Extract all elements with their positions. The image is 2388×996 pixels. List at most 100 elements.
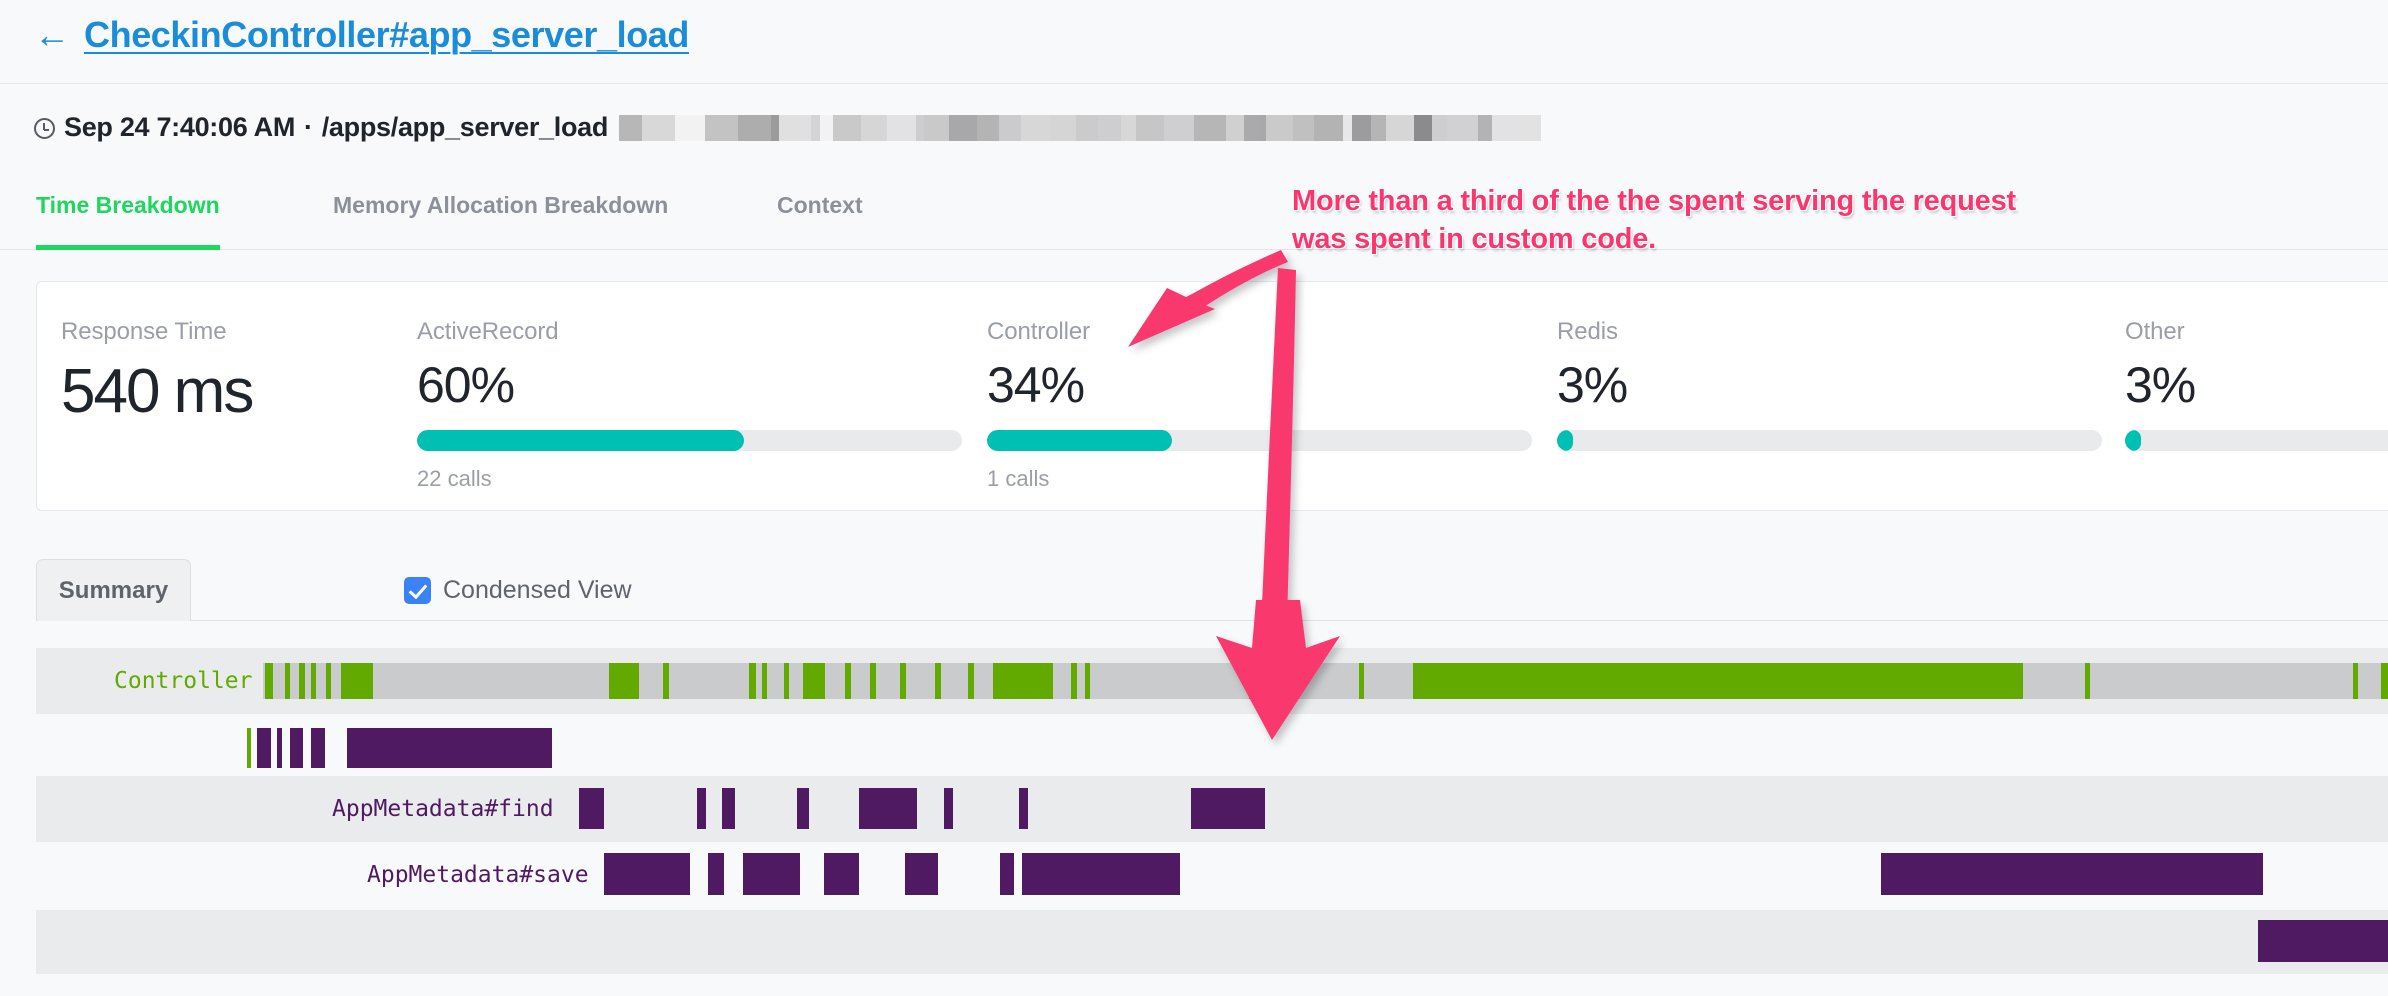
timeline-segment[interactable] — [1249, 663, 1254, 699]
condensed-view-checkbox[interactable] — [404, 577, 431, 604]
metric-label: ActiveRecord — [417, 318, 559, 345]
tab-context[interactable]: Context — [777, 176, 863, 250]
timeline-block[interactable] — [1191, 788, 1265, 829]
trace-timestamp: Sep 24 7:40:06 AM — [64, 112, 296, 142]
metric-bar-track — [2125, 430, 2388, 451]
timeline-block[interactable] — [1881, 853, 2263, 895]
metric-bar-fill — [417, 430, 744, 451]
metric-value: 60% — [417, 357, 515, 413]
timeline-segment[interactable] — [326, 663, 331, 699]
view-toggle-bar: Summary Timeline Condensed View — [36, 559, 2388, 621]
timeline-segment[interactable] — [2381, 663, 2388, 699]
timeline-block[interactable] — [824, 853, 859, 895]
timeline-segment[interactable] — [968, 663, 974, 699]
time-breakdown-card: Response Time 540 ms ActiveRecord 60% 22 cal… — [36, 281, 2388, 511]
metric-other: Other 3% — [2125, 318, 2388, 451]
timeline-segment[interactable] — [311, 663, 316, 699]
timeline-segment[interactable] — [341, 663, 373, 699]
timeline-segment[interactable] — [870, 663, 876, 699]
metric-label: Redis — [1557, 318, 1618, 345]
back-arrow-icon: ← — [34, 14, 70, 55]
metric-value: 34% — [987, 357, 1085, 413]
timeline-block[interactable] — [257, 728, 271, 768]
timeline-segment[interactable] — [663, 663, 669, 699]
timeline-segment[interactable] — [935, 663, 941, 699]
timeline-segment[interactable] — [265, 663, 273, 699]
timeline-segment[interactable] — [609, 663, 639, 699]
metric-label: Controller — [987, 318, 1091, 345]
timeline-segment[interactable] — [762, 663, 767, 699]
timeline-segment[interactable] — [299, 663, 305, 699]
timeline-segment[interactable] — [285, 663, 290, 699]
timeline-segment[interactable] — [784, 663, 789, 699]
metric-value: 3% — [2125, 357, 2196, 413]
timeline-segment[interactable] — [1359, 663, 1364, 699]
timeline-segment[interactable] — [1413, 663, 2023, 699]
timeline-chart: Controller AppMetadata#find AppMetadata#sa… — [36, 648, 2388, 996]
timeline-block[interactable] — [347, 728, 552, 768]
metric-calls: 22 calls — [417, 466, 492, 491]
page-header: ← CheckinController#app_server_load — [0, 0, 2388, 84]
timeline-block[interactable] — [1019, 788, 1028, 829]
timeline-block[interactable] — [247, 728, 251, 768]
timeline-block[interactable] — [697, 788, 706, 829]
timeline-block[interactable] — [743, 853, 800, 895]
tab-memory-allocation-breakdown[interactable]: Memory Allocation Breakdown — [333, 176, 668, 250]
controller-track[interactable] — [263, 663, 2388, 699]
metric-value: 540 ms — [61, 357, 254, 426]
timeline-block[interactable] — [604, 853, 690, 895]
metric-bar-track — [417, 430, 962, 451]
timeline-row-label: AppMetadata#save — [367, 862, 589, 888]
page-title: CheckinController#app_server_load — [84, 14, 690, 55]
timeline-row-label: AppMetadata#find — [332, 796, 554, 822]
timeline-block[interactable] — [1022, 853, 1180, 895]
timeline-block[interactable] — [277, 728, 282, 768]
timeline-segment[interactable] — [749, 663, 756, 699]
timeline-segment[interactable] — [2085, 663, 2090, 699]
timeline-block[interactable] — [290, 728, 303, 768]
metric-controller: Controller 34% 1 calls — [987, 318, 1532, 492]
metric-bar-fill — [1557, 430, 1574, 451]
trace-meta: Sep 24 7:40:06 AM · /apps/app_server_loa… — [34, 112, 1542, 143]
trace-path: /apps/app_server_load — [321, 112, 609, 142]
metric-label: Response Time — [61, 318, 227, 345]
timeline-row-label: Controller — [114, 668, 253, 694]
metric-value: 3% — [1557, 357, 1628, 413]
condensed-view-toggle[interactable]: Condensed View — [404, 576, 632, 605]
metric-redis: Redis 3% — [1557, 318, 2102, 451]
condensed-view-label: Condensed View — [443, 576, 632, 604]
metric-bar-fill — [987, 430, 1173, 451]
metric-bar-track — [987, 430, 1532, 451]
timeline-segment[interactable] — [993, 663, 1053, 699]
timeline-block[interactable] — [1000, 853, 1014, 895]
timeline-block[interactable] — [905, 853, 938, 895]
tab-time-breakdown[interactable]: Time Breakdown — [36, 176, 220, 250]
metric-bar-fill — [2125, 430, 2142, 451]
annotation-text: More than a third of the the spent servi… — [1292, 185, 2016, 256]
timeline-segment[interactable] — [900, 663, 906, 699]
metric-bar-track — [1557, 430, 2102, 451]
timeline-block[interactable] — [708, 853, 724, 895]
timeline-row[interactable] — [36, 910, 2388, 974]
timeline-segment[interactable] — [845, 663, 851, 699]
timeline-block[interactable] — [722, 788, 735, 829]
metric-activerecord: ActiveRecord 60% 22 calls — [417, 318, 962, 492]
summary-view-button[interactable]: Summary — [36, 559, 191, 621]
back-link[interactable]: ← CheckinController#app_server_load — [34, 14, 689, 56]
timeline-block[interactable] — [944, 788, 953, 829]
timeline-block[interactable] — [859, 788, 917, 829]
meta-separator: · — [304, 112, 313, 142]
timeline-block[interactable] — [311, 728, 325, 768]
metric-calls: 1 calls — [987, 466, 1050, 491]
performance-trace-page: ← CheckinController#app_server_load Sep … — [0, 0, 2388, 996]
timeline-block[interactable] — [2258, 920, 2388, 962]
timeline-segment[interactable] — [1071, 663, 1077, 699]
metric-response-time: Response Time 540 ms — [61, 318, 361, 427]
timeline-segment[interactable] — [1085, 663, 1090, 699]
timeline-block[interactable] — [797, 788, 809, 829]
timeline-block[interactable] — [579, 788, 604, 829]
timeline-segment[interactable] — [803, 663, 825, 699]
clock-icon — [34, 118, 55, 139]
metric-label: Other — [2125, 318, 2185, 345]
timeline-segment[interactable] — [2353, 663, 2358, 699]
